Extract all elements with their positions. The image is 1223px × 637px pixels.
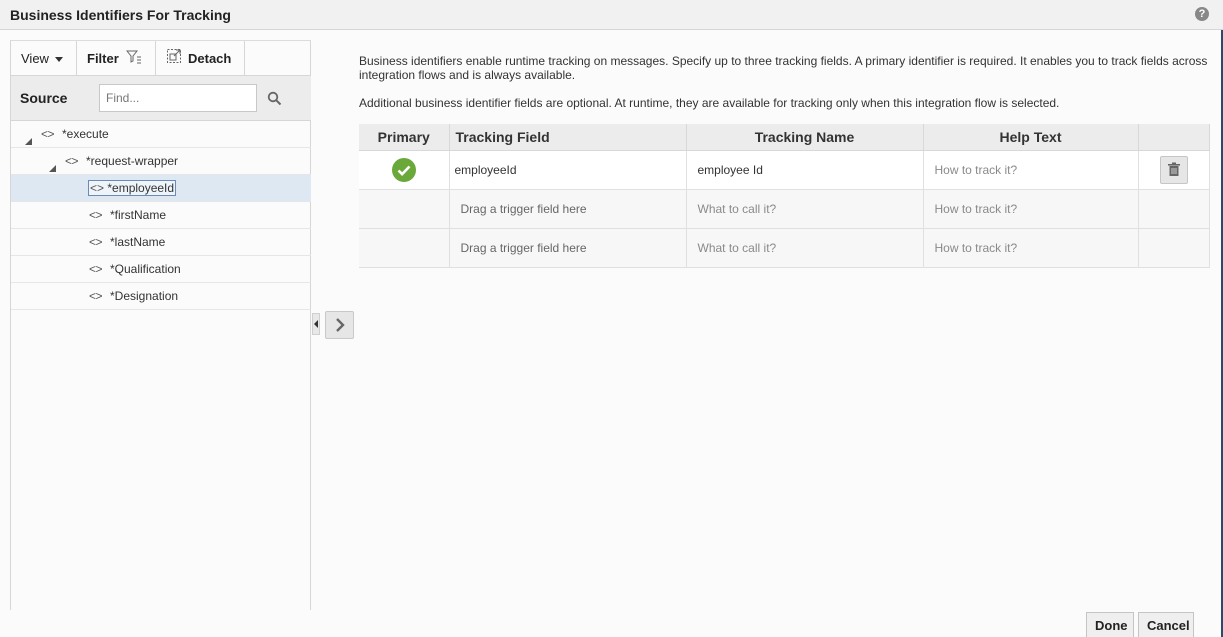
column-header-tracking-field: Tracking Field [449, 124, 687, 151]
element-icon: <> [89, 208, 103, 222]
column-header-tracking-name: Tracking Name [686, 124, 924, 151]
tree-node[interactable]: <> *Designation [11, 283, 311, 310]
primary-cell [359, 228, 450, 268]
tree-node[interactable]: <> *employeeId [11, 175, 311, 202]
source-label: Source [20, 90, 68, 106]
selected-node-wrapper: <> *employeeId [88, 180, 177, 196]
tree-node[interactable]: <> *execute [11, 121, 311, 148]
tree-node-label: *execute [62, 127, 109, 141]
tree-node-selected-box: <> *employeeId [88, 175, 177, 201]
column-header-actions [1138, 124, 1210, 151]
tracking-field-cell[interactable]: Drag a trigger field here [449, 189, 687, 229]
primary-cell [359, 189, 450, 229]
element-icon: <> [89, 235, 103, 249]
cancel-button[interactable]: Cancel [1138, 612, 1194, 637]
element-icon: <> [65, 154, 79, 168]
delete-button[interactable] [1159, 155, 1188, 184]
source-header: Source [11, 76, 311, 121]
tracking-name-cell[interactable]: What to call it? [686, 189, 924, 229]
tracking-field-cell[interactable]: Drag a trigger field here [449, 228, 687, 268]
chevron-right-icon [336, 318, 345, 332]
source-panel: View Filter Detach Source <> *execute [10, 40, 311, 610]
find-input[interactable] [99, 84, 257, 112]
help-icon[interactable]: ? [1195, 7, 1209, 21]
view-label: View [21, 51, 49, 66]
chevron-down-icon [54, 57, 63, 63]
actions-cell [1138, 150, 1210, 190]
detach-label: Detach [188, 51, 232, 66]
view-menu-button[interactable]: View [11, 41, 77, 76]
tree-node[interactable]: <> *lastName [11, 229, 311, 256]
tree-node[interactable]: <> *Qualification [11, 256, 311, 283]
tree-node-label: *request-wrapper [86, 154, 179, 168]
primary-cell [359, 150, 450, 190]
actions-cell [1138, 189, 1210, 229]
tracking-name-cell[interactable]: What to call it? [686, 228, 924, 268]
help-text-cell[interactable]: How to track it? [923, 150, 1139, 190]
table-row: Drag a trigger field here What to call i… [359, 228, 1210, 268]
filter-icon [126, 42, 142, 77]
element-icon: <> [89, 262, 103, 276]
filter-button[interactable]: Filter [77, 41, 156, 76]
tracking-field-cell[interactable]: employeeId [449, 150, 687, 190]
dialog-title: Business Identifiers For Tracking [10, 7, 231, 23]
tree-node-label: *Qualification [110, 262, 181, 276]
column-header-primary: Primary [359, 124, 450, 151]
add-field-button[interactable] [325, 311, 354, 339]
element-icon: <> [90, 181, 105, 195]
tree-node-label: *lastName [110, 235, 166, 249]
tree-node-label: *employeeId [107, 181, 175, 195]
source-toolbar: View Filter Detach [11, 40, 311, 76]
trash-icon [1167, 162, 1180, 176]
search-icon[interactable] [267, 91, 282, 109]
filter-label: Filter [87, 51, 119, 66]
detach-icon [166, 42, 182, 77]
dialog-title-bar: Business Identifiers For Tracking ? [0, 0, 1223, 30]
table-row: employeeId employee Id How to track it? [359, 150, 1210, 190]
element-icon: <> [41, 127, 55, 141]
detach-button[interactable]: Detach [156, 41, 245, 76]
tree-node[interactable]: <> *firstName [11, 202, 311, 229]
help-text-cell[interactable]: How to track it? [923, 189, 1139, 229]
actions-cell [1138, 228, 1210, 268]
tracking-name-cell[interactable]: employee Id [686, 150, 924, 190]
tracking-table: Primary Tracking Field Tracking Name Hel… [359, 124, 1210, 268]
check-circle-icon [391, 157, 416, 182]
element-icon: <> [89, 289, 103, 303]
done-button[interactable]: Done [1086, 612, 1134, 637]
source-tree: <> *execute <> *request-wrapper <> *empl… [11, 121, 311, 310]
table-header-row: Primary Tracking Field Tracking Name Hel… [359, 124, 1210, 151]
tree-node-label: *firstName [110, 208, 167, 222]
help-text-cell[interactable]: How to track it? [923, 228, 1139, 268]
column-header-help-text: Help Text [923, 124, 1139, 151]
tree-node-label: *Designation [110, 289, 179, 303]
description-secondary: Additional business identifier fields ar… [359, 96, 1060, 110]
description-primary: Business identifiers enable runtime trac… [359, 54, 1208, 82]
table-row: Drag a trigger field here What to call i… [359, 189, 1210, 229]
tree-node[interactable]: <> *request-wrapper [11, 148, 311, 175]
collapse-panel-handle[interactable] [312, 313, 320, 335]
